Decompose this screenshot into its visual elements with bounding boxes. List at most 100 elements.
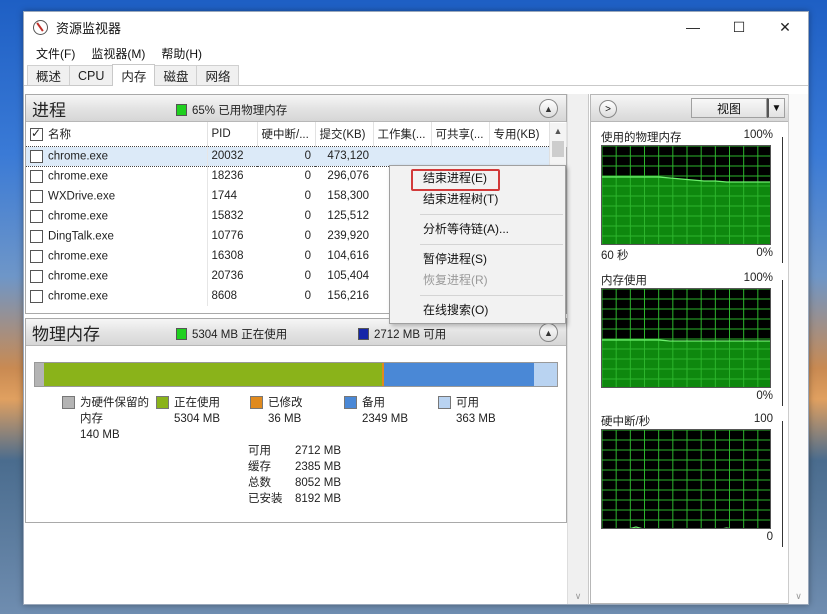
graph-min: 0% [756, 390, 773, 402]
context-menu-item[interactable]: 分析等待链(A)... [390, 219, 565, 240]
column-commit[interactable]: 提交(KB) [315, 122, 374, 146]
view-dropdown-icon[interactable]: ▼ [767, 98, 785, 118]
process-pid: 8608 [206, 286, 257, 306]
graph-panel: > 视图 ▼ 使用的物理内存 100% 60 秒 0% 内存使用 100% 0% 硬中断/秒 1… [590, 94, 789, 604]
graph-min: 0% [756, 247, 773, 259]
memory-legend-item: 为硬件保留的 内存 140 MB [62, 395, 149, 443]
column-pid[interactable]: PID [207, 122, 258, 146]
process-hard-faults: 0 [257, 145, 315, 167]
legend-label: 备用 [362, 397, 385, 409]
process-hard-faults: 0 [304, 170, 311, 183]
scroll-up-icon[interactable]: ▲ [550, 123, 566, 140]
process-name: DingTalk.exe [48, 230, 114, 243]
menu-file[interactable]: 文件(F) [28, 45, 83, 62]
tab-network[interactable]: 网络 [196, 65, 240, 85]
process-checkbox[interactable] [30, 209, 43, 223]
graph-bracket [777, 280, 783, 406]
tab-disk[interactable]: 磁盘 [154, 65, 198, 85]
context-menu-item[interactable]: 结束进程树(T) [390, 189, 565, 210]
menu-bar: 文件(F) 监视器(M) 帮助(H) [24, 42, 808, 64]
memory-usage-summary: 65% 已用物理内存 [192, 105, 288, 117]
usage-graph [601, 429, 771, 529]
stat-value: 2385 MB [295, 461, 342, 473]
menu-monitor[interactable]: 监视器(M) [83, 45, 153, 62]
graph-title: 使用的物理内存 [601, 132, 682, 144]
legend-swatch [438, 396, 451, 409]
legend-value: 2349 MB [362, 413, 409, 425]
graph-panel-scrollbar[interactable]: ∨ [788, 94, 808, 604]
process-checkbox[interactable] [30, 189, 43, 203]
process-name: chrome.exe [48, 210, 109, 223]
context-menu-item: 恢复进程(R) [423, 273, 488, 287]
legend-label: 为硬件保留的 [80, 397, 149, 409]
process-commit: 158,300 [327, 190, 369, 202]
maximize-button[interactable]: ☐ [716, 12, 762, 42]
tab-cpu[interactable]: CPU [69, 65, 114, 85]
memory-legend-item: 已修改 36 MB [250, 395, 303, 427]
process-pid: 10776 [206, 226, 257, 246]
memory-usage-swatch [176, 104, 187, 116]
process-pid: 20736 [206, 266, 257, 286]
collapse-physical-memory-button[interactable]: ▲ [539, 323, 558, 342]
legend-swatch [156, 396, 169, 409]
process-pid: 1744 [206, 186, 257, 206]
process-checkbox[interactable] [30, 229, 43, 243]
graph-bracket [777, 421, 783, 547]
memory-composition-bar [34, 362, 558, 387]
column-name[interactable]: 名称 [26, 122, 208, 146]
stat-label: 缓存 [248, 461, 271, 473]
select-all-checkbox[interactable] [30, 126, 43, 142]
menu-separator [420, 244, 563, 245]
collapse-processes-button[interactable]: ▲ [539, 99, 558, 118]
column-shareable[interactable]: 可共享(... [431, 122, 490, 146]
process-hard-faults: 0 [304, 270, 311, 282]
process-hard-faults: 0 [304, 250, 311, 262]
legend-label: 已修改 [268, 397, 303, 409]
expand-panel-button[interactable]: > [599, 100, 617, 118]
view-button[interactable]: 视图 [691, 98, 767, 118]
process-pid: 18236 [206, 166, 257, 186]
minimize-button[interactable]: — [670, 12, 716, 42]
stat-value: 8192 MB [295, 493, 342, 505]
graph-block: 内存使用 100% 0% [601, 272, 783, 406]
column-working-set[interactable]: 工作集(... [373, 122, 432, 146]
processes-title: 进程 [32, 100, 66, 120]
close-button[interactable]: ✕ [762, 12, 808, 42]
left-pane-scrollbar[interactable]: ∨ [567, 94, 589, 604]
legend-swatch [344, 396, 357, 409]
menu-separator [420, 295, 563, 296]
context-menu-item[interactable]: 暂停进程(S) [390, 249, 565, 270]
menu-help[interactable]: 帮助(H) [153, 45, 210, 62]
process-pid: 15832 [206, 206, 257, 226]
context-menu: 结束进程(E) 结束进程树(T) 分析等待链(A)... 暂停进程(S) 恢复进程(R)… [389, 165, 566, 324]
process-commit: 239,920 [327, 230, 369, 242]
process-name: WXDrive.exe [48, 190, 116, 203]
processes-header[interactable]: 进程 65% 已用物理内存 ▲ [26, 95, 566, 122]
process-checkbox[interactable] [30, 289, 43, 303]
context-menu-item[interactable]: 结束进程(E) [390, 168, 565, 191]
scroll-down-icon[interactable]: ∨ [568, 591, 588, 602]
graph-max: 100 [753, 413, 773, 425]
process-checkbox[interactable] [30, 269, 43, 283]
column-private[interactable]: 专用(KB) [489, 122, 550, 146]
tab-overview[interactable]: 概述 [27, 65, 71, 85]
process-checkbox[interactable] [30, 149, 43, 163]
usage-graph [601, 145, 771, 245]
graph-title: 内存使用 [601, 275, 647, 287]
scroll-thumb[interactable] [552, 141, 564, 157]
process-checkbox[interactable] [30, 249, 43, 263]
memory-legend-item: 正在使用 5304 MB [156, 395, 220, 427]
tab-memory[interactable]: 内存 [112, 64, 156, 86]
scroll-down-icon[interactable]: ∨ [789, 591, 808, 602]
process-name: chrome.exe [48, 150, 109, 163]
process-table-header: 名称 PID 硬中断/... 提交(KB) 工作集(... 可共享(... 专用… [26, 122, 567, 146]
process-row[interactable]: chrome.exe 20032 0 473,120 [26, 145, 566, 167]
legend-label: 可用 [456, 397, 479, 409]
memory-bar-reserved [35, 363, 44, 386]
stat-label: 总数 [248, 477, 271, 489]
column-hard-faults[interactable]: 硬中断/... [257, 122, 316, 146]
process-hard-faults: 0 [304, 210, 311, 222]
context-menu-item[interactable]: 在线搜索(O) [390, 300, 565, 321]
menu-separator [420, 214, 563, 215]
process-checkbox[interactable] [30, 169, 43, 183]
